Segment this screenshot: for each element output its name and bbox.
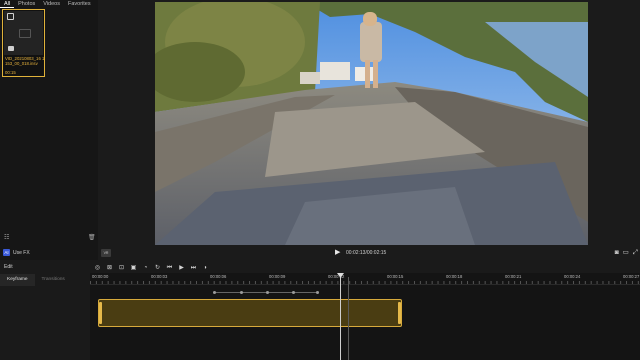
- player-controls: VR ▶ 00:02:13/00:02:15 ◙ ▭ ⤢: [98, 246, 640, 260]
- player-right-icons: ◙ ▭ ⤢: [615, 249, 638, 257]
- media-filename: VID_20210803_16 1153_00_018.insv: [5, 56, 45, 67]
- rotate-icon[interactable]: ↻: [153, 264, 162, 272]
- playhead[interactable]: [340, 273, 341, 360]
- tick-label: 00:00:18: [446, 274, 463, 279]
- keyframe-marker[interactable]: [266, 291, 269, 294]
- tick-label: 00:00:03: [151, 274, 168, 279]
- tick-label: 00:00:24: [564, 274, 581, 279]
- tab-transitions[interactable]: Transitions: [35, 274, 72, 286]
- play-small-icon[interactable]: ▶: [177, 264, 186, 272]
- target-icon[interactable]: ◎: [93, 264, 102, 272]
- split-icon[interactable]: ◗: [201, 264, 210, 272]
- ratio-icon[interactable]: ▭: [623, 249, 629, 257]
- media-item[interactable]: VID_20210803_16 1153_00_018.insv 00:15: [2, 9, 45, 77]
- tab-all[interactable]: All: [0, 0, 15, 8]
- video-frame-image: [155, 2, 588, 245]
- video-type-icon: [8, 46, 14, 51]
- keyframe-marker[interactable]: [213, 291, 216, 294]
- tab-favorites[interactable]: Favorites: [64, 0, 95, 8]
- tick-label: 00:00:27: [623, 274, 640, 279]
- image-icon: [7, 13, 14, 20]
- ruler-ticks: [90, 281, 640, 284]
- tab-keyframe[interactable]: Keyframe: [0, 274, 35, 286]
- video-clip[interactable]: [98, 299, 402, 327]
- tab-photos[interactable]: Photos: [14, 0, 39, 8]
- clip-trim-handle-right[interactable]: [398, 302, 401, 324]
- placeholder-image-icon: [19, 29, 31, 38]
- keyframe-marker[interactable]: [292, 291, 295, 294]
- tick-label: 00:00:15: [387, 274, 404, 279]
- edit-tabs: Keyframe Transitions: [0, 274, 90, 286]
- prev-keyframe-icon[interactable]: ⏮: [165, 264, 174, 272]
- keyframe-marker[interactable]: [316, 291, 319, 294]
- tick-label: 00:00:06: [210, 274, 227, 279]
- time-ruler[interactable]: 00:00:00 00:00:03 00:00:06 00:00:09 00:0…: [90, 273, 640, 285]
- frame-icon[interactable]: ⊡: [117, 264, 126, 272]
- play-button[interactable]: ▶: [335, 249, 340, 257]
- ai-effects-bar[interactable]: AI Use FX: [0, 246, 98, 260]
- trash-icon[interactable]: 🗑: [88, 234, 96, 241]
- snapshot-icon[interactable]: ▣: [129, 264, 138, 272]
- timeline-toolbar: ◎ ⊠ ⊡ ▣ ◔ ↻ ⏮ ▶ ⏭ ◗: [93, 263, 210, 273]
- edit-panel-title: Edit: [4, 264, 13, 270]
- filter-icon[interactable]: ☷: [4, 234, 9, 241]
- next-keyframe-icon[interactable]: ⏭: [189, 264, 198, 272]
- media-duration: 00:15: [5, 70, 16, 75]
- tick-label: 00:00:21: [505, 274, 522, 279]
- playhead-guide: [348, 277, 349, 360]
- media-thumbnail: [4, 11, 43, 55]
- keyframe-marker[interactable]: [240, 291, 243, 294]
- crop-icon[interactable]: ⊠: [105, 264, 114, 272]
- media-tabs: All Photos Videos Favorites: [0, 0, 95, 8]
- speed-icon[interactable]: ◔: [141, 264, 150, 272]
- video-preview[interactable]: [155, 2, 588, 245]
- fullscreen-icon[interactable]: ⤢: [633, 249, 638, 257]
- tick-label: 00:00:00: [92, 274, 109, 279]
- camera-icon[interactable]: ◙: [615, 249, 619, 257]
- ai-effects-label: Use FX: [13, 250, 30, 256]
- tab-videos[interactable]: Videos: [39, 0, 64, 8]
- clip-trim-handle-left[interactable]: [99, 302, 102, 324]
- playback-time: 00:02:13/00:02:15: [346, 250, 387, 256]
- view-mode-chip[interactable]: VR: [101, 249, 111, 257]
- tick-label: 00:00:09: [269, 274, 286, 279]
- media-library-panel: All Photos Videos Favorites VID_20210803…: [0, 0, 98, 246]
- ai-icon: AI: [3, 249, 10, 256]
